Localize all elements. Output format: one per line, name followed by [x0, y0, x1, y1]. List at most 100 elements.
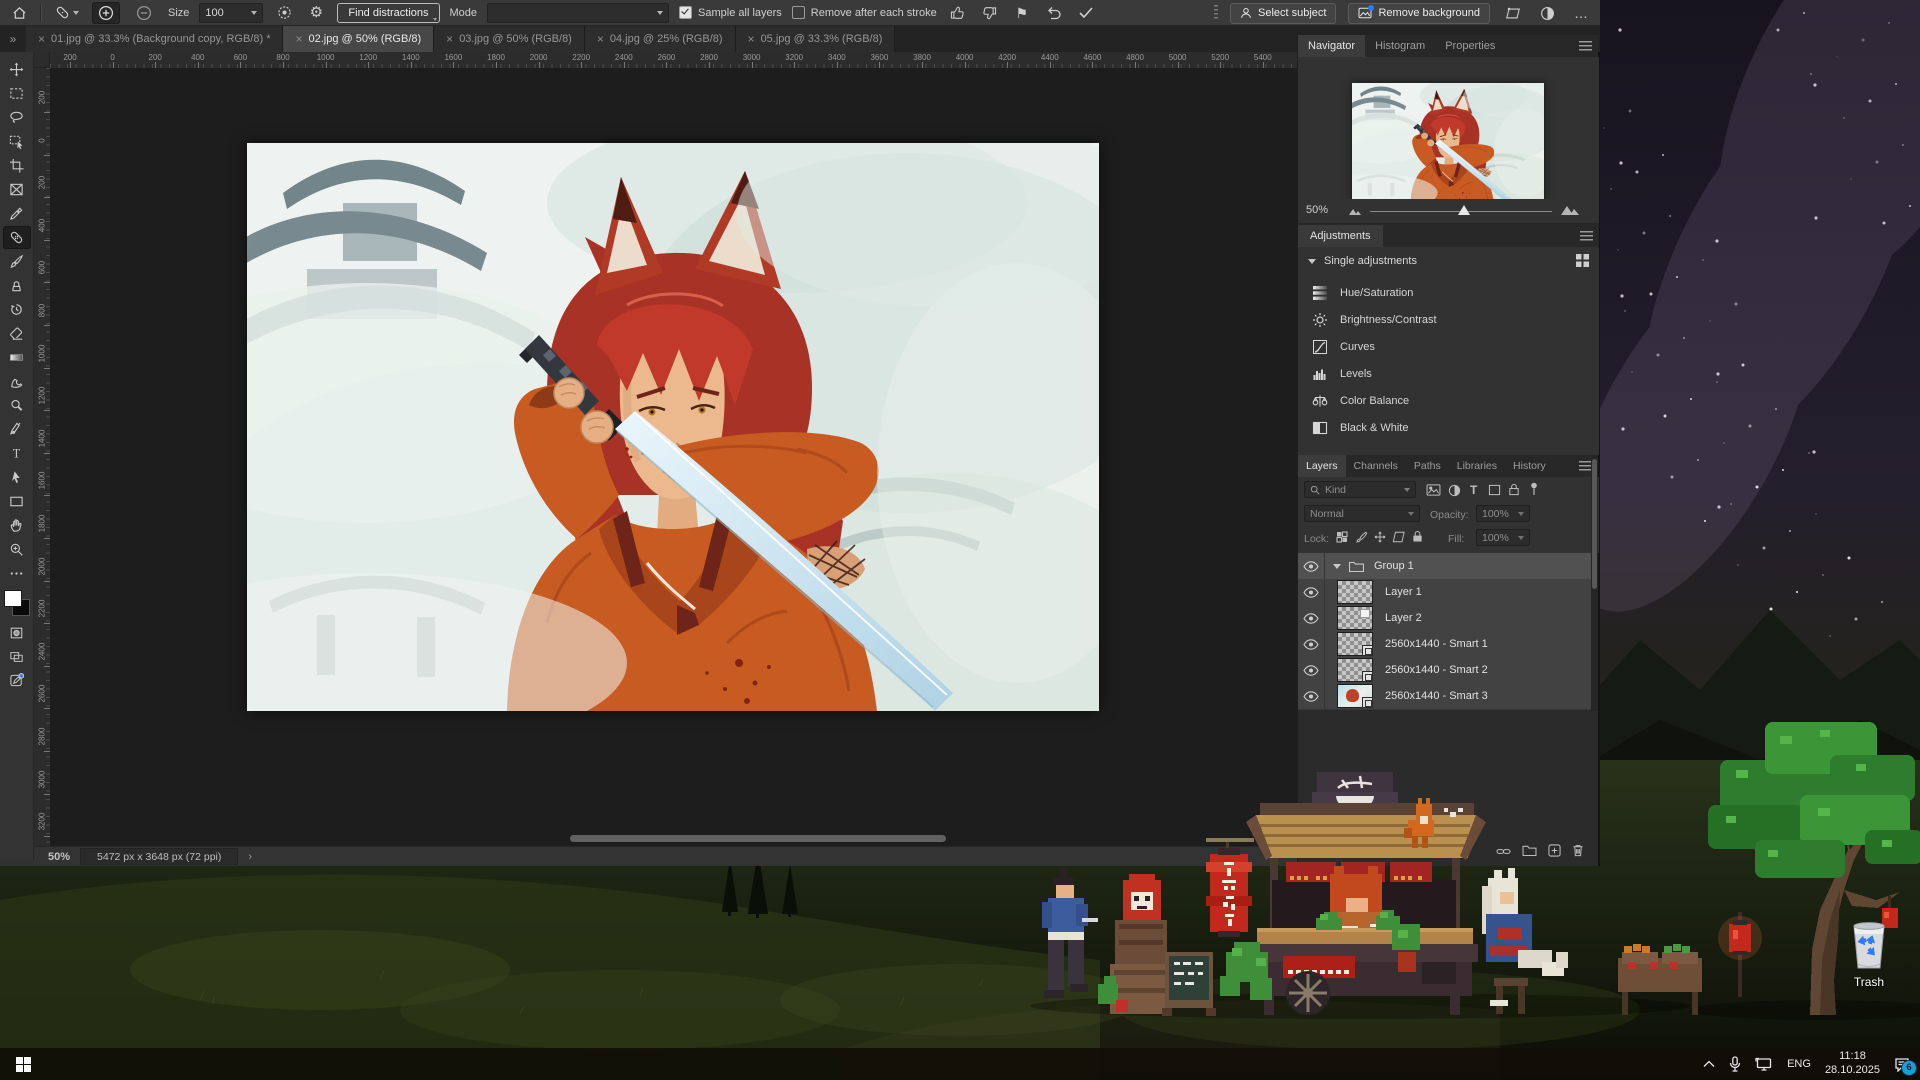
single-adjustments-toggle[interactable]: Single adjustments — [1308, 255, 1417, 267]
tool-object-selection[interactable] — [3, 130, 31, 153]
adjustments-tab[interactable]: Adjustments — [1298, 225, 1383, 247]
layer-filter-dropdown[interactable]: Kind — [1304, 481, 1416, 498]
select-subject-button[interactable]: Select subject — [1230, 3, 1336, 24]
adjustment-item-brightness-contrast[interactable]: Brightness/Contrast — [1298, 306, 1599, 333]
network-display-icon[interactable] — [1755, 1057, 1773, 1071]
panel-tab-libraries[interactable]: Libraries — [1449, 455, 1505, 477]
lock-transparency-icon[interactable] — [1336, 531, 1348, 543]
document-tab[interactable]: × 02.jpg @ 50% (RGB/8) — [283, 26, 434, 52]
adjustment-item-hue-saturation[interactable]: Hue/Saturation — [1298, 279, 1599, 306]
add-to-selection-button[interactable] — [92, 2, 120, 24]
adjustment-item-black-white[interactable]: Black & White — [1298, 414, 1599, 441]
zoom-out-mountain-icon[interactable] — [1348, 207, 1362, 216]
screen-mode-button[interactable] — [3, 645, 31, 668]
tool-type[interactable]: T — [3, 442, 31, 465]
drag-grip[interactable] — [1214, 5, 1218, 21]
document-tab[interactable]: × 05.jpg @ 33.3% (RGB/8) — [736, 26, 896, 52]
recycle-bin-icon[interactable]: Trash — [1836, 920, 1902, 989]
find-distractions-button[interactable]: Find distractions — [337, 3, 439, 23]
grid-view-icon[interactable] — [1576, 254, 1589, 267]
panel-tab-history[interactable]: History — [1505, 455, 1554, 477]
ruler-corner[interactable] — [34, 52, 50, 68]
panel-menu-icon[interactable] — [1579, 41, 1592, 51]
layer-visibility-toggle[interactable] — [1298, 605, 1325, 631]
layer-name[interactable]: Group 1 — [1374, 560, 1414, 572]
layer-row[interactable]: 2560x1440 - Smart 2 — [1298, 657, 1591, 684]
sample-all-layers-checkbox[interactable]: Sample all layers — [679, 6, 782, 19]
adjustment-item-color-balance[interactable]: Color Balance — [1298, 387, 1599, 414]
tray-chevron-up-icon[interactable] — [1703, 1060, 1715, 1068]
layer-name[interactable]: Layer 2 — [1385, 612, 1422, 624]
layer-name[interactable]: Layer 1 — [1385, 586, 1422, 598]
tool-smudge[interactable] — [3, 370, 31, 393]
layer-visibility-toggle[interactable] — [1298, 553, 1325, 579]
lock-position-icon[interactable] — [1374, 531, 1386, 543]
layer-thumbnail[interactable] — [1337, 580, 1373, 604]
filter-shape-layers-icon[interactable] — [1488, 484, 1501, 496]
undo-icon[interactable] — [1043, 3, 1065, 23]
close-tab-icon[interactable]: × — [597, 32, 604, 46]
start-button[interactable] — [0, 1048, 46, 1080]
layer-thumbnail[interactable] — [1337, 658, 1373, 682]
close-tab-icon[interactable]: × — [295, 32, 302, 46]
navigator-zoom-value[interactable]: 50% — [1306, 204, 1328, 216]
navigator-thumbnail[interactable] — [1352, 83, 1544, 203]
healing-brush-preset-icon[interactable] — [52, 3, 82, 23]
remove-after-each-stroke-checkbox[interactable]: Remove after each stroke — [792, 6, 937, 19]
close-tab-icon[interactable]: × — [38, 32, 45, 46]
tool-eyedropper[interactable] — [3, 202, 31, 225]
panel-tab-properties[interactable]: Properties — [1435, 35, 1505, 57]
layer-visibility-toggle[interactable] — [1298, 579, 1325, 605]
thumbs-up-icon[interactable] — [947, 3, 969, 23]
layer-row[interactable]: Layer 1 — [1298, 579, 1591, 606]
document-tab[interactable]: × 01.jpg @ 33.3% (Background copy, RGB/8… — [26, 26, 283, 52]
panel-tab-navigator[interactable]: Navigator — [1298, 35, 1365, 57]
tool-brush[interactable] — [3, 250, 31, 273]
horizontal-ruler[interactable]: 200 0 200 400 600 800 1000 1200 1400 160… — [50, 52, 1297, 69]
tool-path-selection[interactable] — [3, 466, 31, 489]
adjustment-item-curves[interactable]: Curves — [1298, 333, 1599, 360]
quick-mask-button[interactable] — [3, 621, 31, 644]
gear-icon[interactable]: ⚙ — [305, 3, 327, 23]
tool-history-brush[interactable] — [3, 298, 31, 321]
lock-pixels-icon[interactable] — [1356, 531, 1368, 543]
tool-pen[interactable] — [3, 418, 31, 441]
document-tab[interactable]: × 03.jpg @ 50% (RGB/8) — [434, 26, 585, 52]
blend-mode-dropdown[interactable]: Normal — [1304, 505, 1420, 522]
panel-tab-histogram[interactable]: Histogram — [1365, 35, 1435, 57]
panel-scrollbar[interactable] — [1591, 455, 1598, 711]
filter-smart-objects-icon[interactable] — [1508, 483, 1520, 496]
tab-overflow-icon[interactable]: » — [0, 26, 26, 52]
language-indicator[interactable]: ENG — [1787, 1058, 1811, 1070]
layer-thumbnail[interactable] — [1337, 632, 1373, 656]
filter-adjustment-layers-icon[interactable] — [1448, 484, 1461, 497]
tool-frame[interactable] — [3, 178, 31, 201]
tool-spot-healing[interactable] — [3, 226, 31, 249]
tool-zoom[interactable] — [3, 538, 31, 561]
lock-all-icon[interactable] — [1412, 530, 1423, 543]
adjustment-item-levels[interactable]: Levels — [1298, 360, 1599, 387]
close-tab-icon[interactable]: × — [446, 32, 453, 46]
layer-name[interactable]: 2560x1440 - Smart 1 — [1385, 638, 1488, 650]
document-tab[interactable]: × 04.jpg @ 25% (RGB/8) — [585, 26, 736, 52]
notification-center-icon[interactable]: 6 — [1894, 1057, 1910, 1072]
horizontal-scrollbar[interactable] — [570, 835, 946, 842]
transform-icon[interactable] — [1502, 3, 1524, 23]
commit-check-icon[interactable] — [1075, 3, 1097, 23]
tool-more[interactable] — [3, 562, 31, 585]
subtract-from-selection-button[interactable] — [130, 2, 158, 24]
status-chevron-icon[interactable]: › — [248, 851, 252, 863]
close-tab-icon[interactable]: × — [748, 32, 755, 46]
color-swatches[interactable] — [4, 590, 30, 616]
lock-artboard-icon[interactable] — [1392, 531, 1405, 543]
group-expand-chevron-icon[interactable] — [1333, 564, 1341, 569]
panel-tab-channels[interactable]: Channels — [1346, 455, 1406, 477]
thumbs-down-icon[interactable] — [979, 3, 1001, 23]
layer-row[interactable]: Group 1 — [1298, 553, 1591, 580]
layer-row[interactable]: 2560x1440 - Smart 1 — [1298, 631, 1591, 658]
mode-dropdown[interactable] — [487, 3, 669, 23]
tool-crop[interactable] — [3, 154, 31, 177]
filter-pin-icon[interactable] — [1530, 482, 1538, 501]
size-dropdown[interactable]: 100 — [199, 3, 263, 23]
share-feedback-icon[interactable] — [3, 669, 31, 692]
